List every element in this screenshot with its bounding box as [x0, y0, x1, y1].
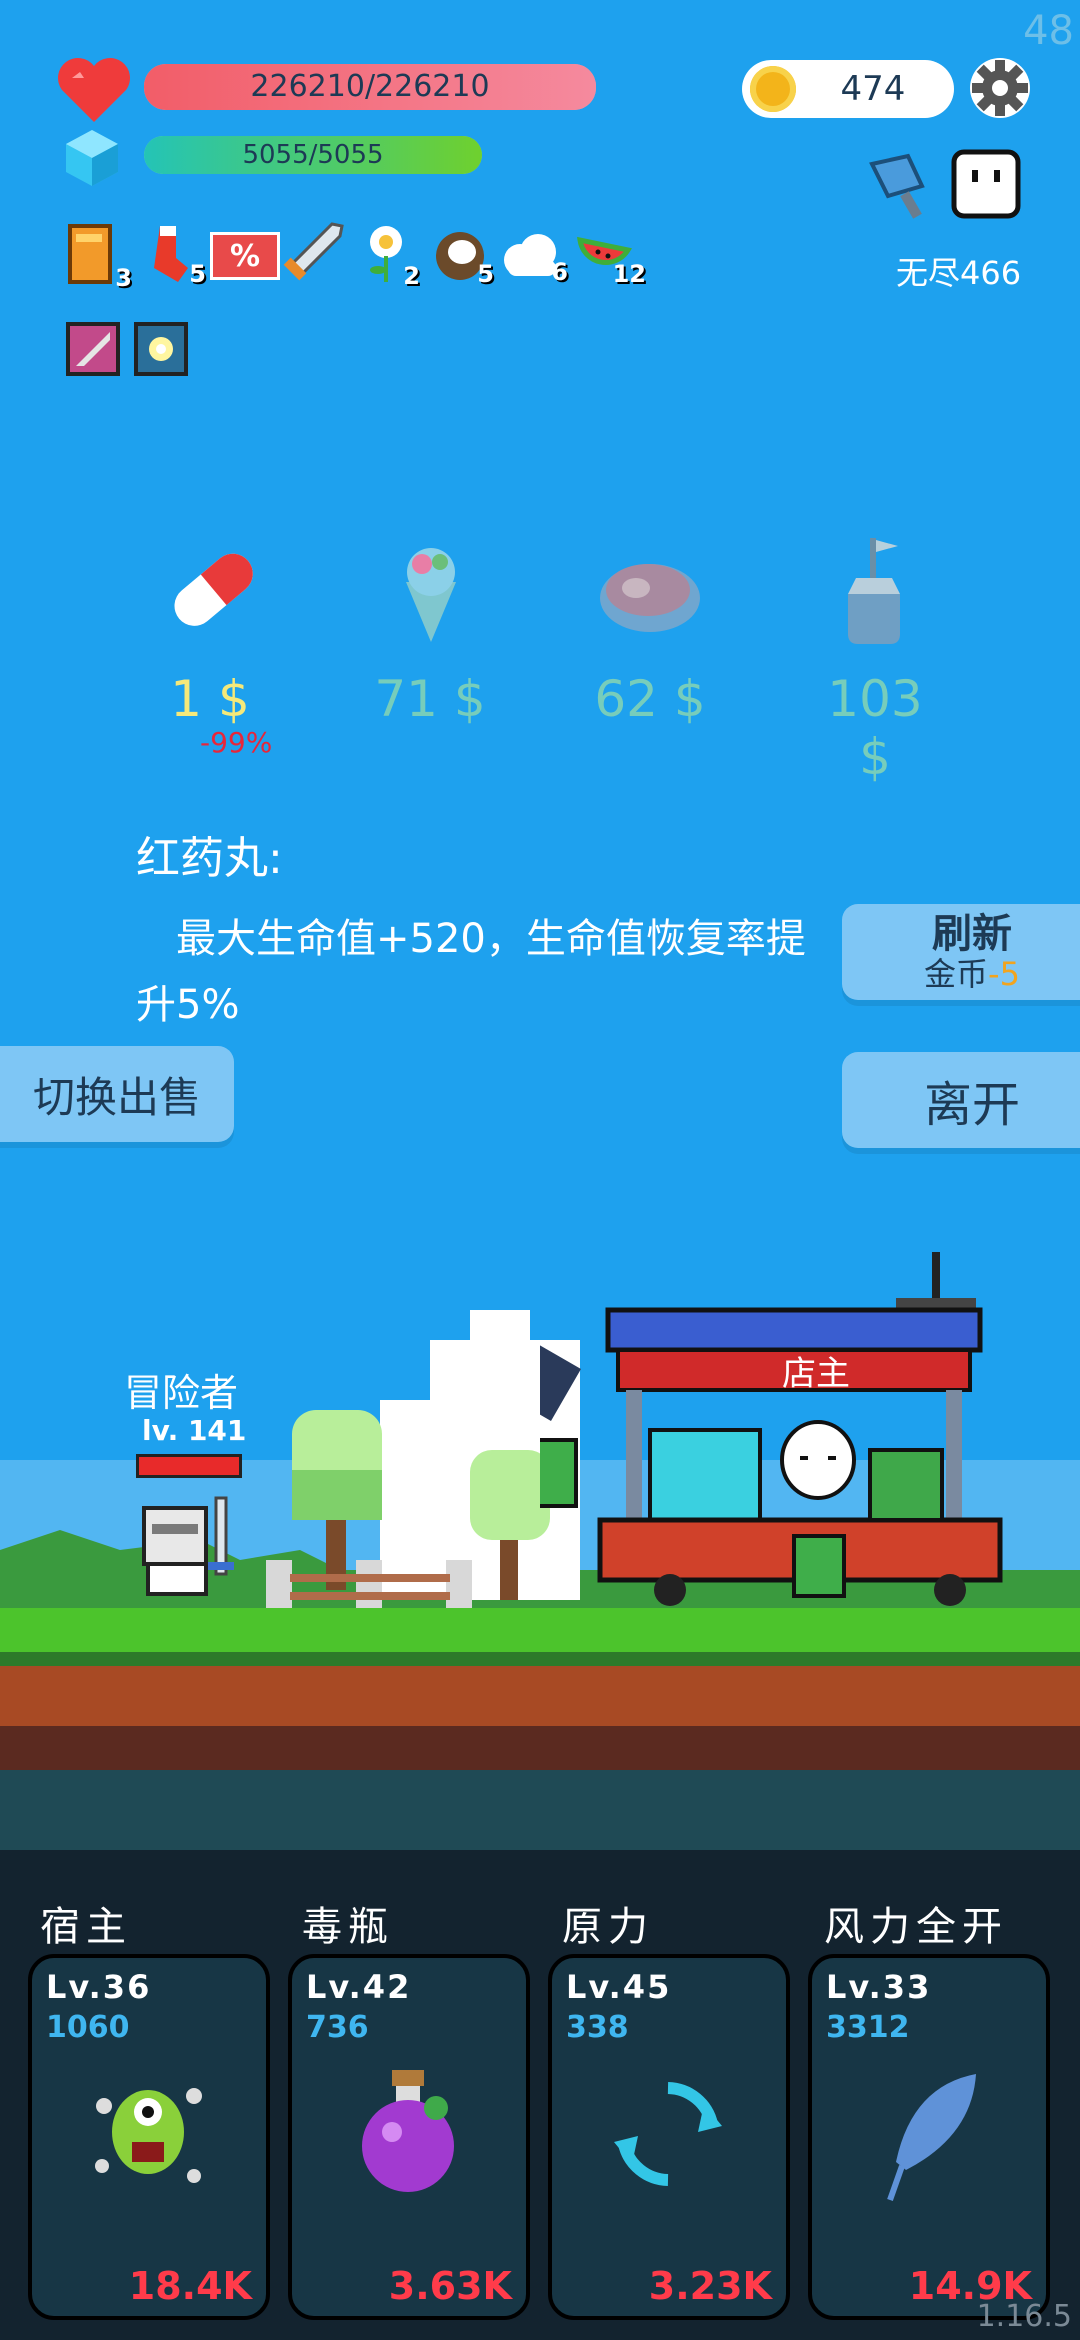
potion-icon — [362, 2070, 454, 2192]
shop-item-flask[interactable]: 103 $ — [810, 530, 930, 786]
hp-text: 226210/226210 — [250, 69, 490, 104]
sword-icon[interactable] — [282, 220, 346, 286]
coconut-icon[interactable]: 5 — [432, 226, 494, 288]
item-desc-title: 红药丸: — [136, 833, 283, 884]
percent-icon[interactable]: % — [210, 232, 280, 280]
refresh-label: 刷新 — [932, 911, 1012, 957]
ghost-icon — [950, 148, 1022, 220]
skill-card-force[interactable]: Lv.45 338 3.23K — [548, 1954, 790, 2320]
switch-sell-button[interactable]: 切换出售 — [0, 1046, 234, 1142]
gem-icon — [64, 128, 120, 188]
shop-item-red-pill[interactable]: 1 $ -99% — [150, 530, 273, 760]
skill-cost: 18.4K — [128, 2264, 252, 2308]
sock-icon[interactable]: 5 — [146, 224, 206, 288]
skill-value: 1060 — [46, 2010, 130, 2045]
skill-value: 338 — [566, 2010, 629, 2045]
skill-title: 毒瓶 — [302, 1904, 394, 1950]
item-count: 6 — [551, 258, 568, 286]
skill-title: 风力全开 — [824, 1904, 1008, 1950]
meat-icon — [600, 564, 700, 632]
shop-price: 1 $ — [170, 670, 250, 728]
skill-card-host[interactable]: Lv.36 1060 18.4K — [28, 1954, 270, 2320]
endless-label: 无尽466 — [896, 254, 1022, 292]
ice-cream-icon — [406, 548, 456, 642]
refresh-icon — [614, 2082, 722, 2186]
ground-dirt — [0, 1666, 1080, 1726]
gold-display: 474 — [742, 60, 954, 118]
skill-value: 3312 — [826, 2010, 910, 2045]
item-count: 12 — [612, 260, 646, 288]
cleaver-icon[interactable] — [862, 146, 942, 226]
version-label: 1.16.5 — [976, 2299, 1072, 2334]
cloud-icon[interactable]: 6 — [500, 230, 568, 286]
settings-gear-icon[interactable] — [970, 58, 1030, 118]
ground-grass — [0, 1608, 1080, 1658]
leave-button[interactable]: 离开 — [842, 1052, 1080, 1148]
discount-label: -99% — [200, 726, 273, 759]
pill-icon — [174, 553, 253, 626]
book-icon[interactable]: 3 — [66, 222, 132, 292]
mana-bar: 5055/5055 — [144, 136, 482, 174]
shop-price: 71 $ — [374, 670, 486, 728]
fps-counter: 48 — [1023, 8, 1074, 54]
skill-level: Lv.45 — [566, 1968, 672, 2006]
knight-sprite — [142, 1496, 234, 1596]
item-count: 5 — [477, 260, 494, 288]
items-row: 3 5 % 2 5 6 12 — [66, 220, 646, 292]
item-desc-body-2: 升5% — [136, 982, 240, 1028]
flower-icon[interactable]: 2 — [362, 222, 420, 290]
shopkeeper-sprite — [780, 1420, 856, 1500]
heart-icon — [56, 56, 132, 124]
skill-title: 原力 — [562, 1904, 654, 1950]
flask-icon — [848, 538, 900, 644]
item-count: 5 — [189, 260, 206, 288]
water — [0, 1770, 1080, 1850]
ground-deep — [0, 1726, 1080, 1770]
skill-card-poison[interactable]: Lv.42 736 3.63K — [288, 1954, 530, 2320]
player-name: 冒险者 — [124, 1371, 239, 1415]
shop-item-ice-cream[interactable]: 71 $ — [370, 530, 490, 730]
skill-title: 宿主 — [40, 1904, 132, 1950]
item-count: 3 — [115, 264, 132, 292]
skill-value: 736 — [306, 2010, 369, 2045]
monster-icon — [95, 2088, 202, 2183]
refresh-button[interactable]: 刷新 金币-5 — [842, 904, 1080, 1000]
player-level: lv. 141 — [142, 1414, 247, 1447]
mirror-icon[interactable] — [66, 322, 120, 376]
fence — [266, 1560, 472, 1610]
feather-icon — [887, 2074, 976, 2201]
skill-cost: 3.63K — [388, 2264, 512, 2308]
skill-card-wind[interactable]: Lv.33 3312 14.9K — [808, 1954, 1050, 2320]
refresh-cost: 金币-5 — [924, 955, 1020, 993]
skill-cost: 3.23K — [648, 2264, 772, 2308]
item-count: 2 — [403, 262, 420, 290]
percent-label: % — [229, 238, 261, 274]
shopkeeper-label: 店主 — [782, 1354, 850, 1394]
light-icon[interactable] — [134, 322, 188, 376]
item-desc-body-1: 最大生命值+520，生命值恢复率提 — [176, 916, 806, 962]
player-hp-bar — [136, 1454, 242, 1478]
hp-bar: 226210/226210 — [144, 64, 596, 110]
shop-price: 62 $ — [594, 670, 706, 728]
mana-text: 5055/5055 — [242, 140, 384, 170]
shop-item-meat[interactable]: 62 $ — [590, 530, 710, 730]
gold-amount: 474 — [840, 69, 906, 109]
skill-level: Lv.36 — [46, 1968, 152, 2006]
shop-price: 103 $ — [827, 670, 923, 786]
coin-icon — [750, 66, 796, 112]
skill-level: Lv.33 — [826, 1968, 932, 2006]
ground-edge — [0, 1652, 1080, 1666]
watermelon-icon[interactable]: 12 — [576, 226, 646, 288]
skill-level: Lv.42 — [306, 1968, 412, 2006]
